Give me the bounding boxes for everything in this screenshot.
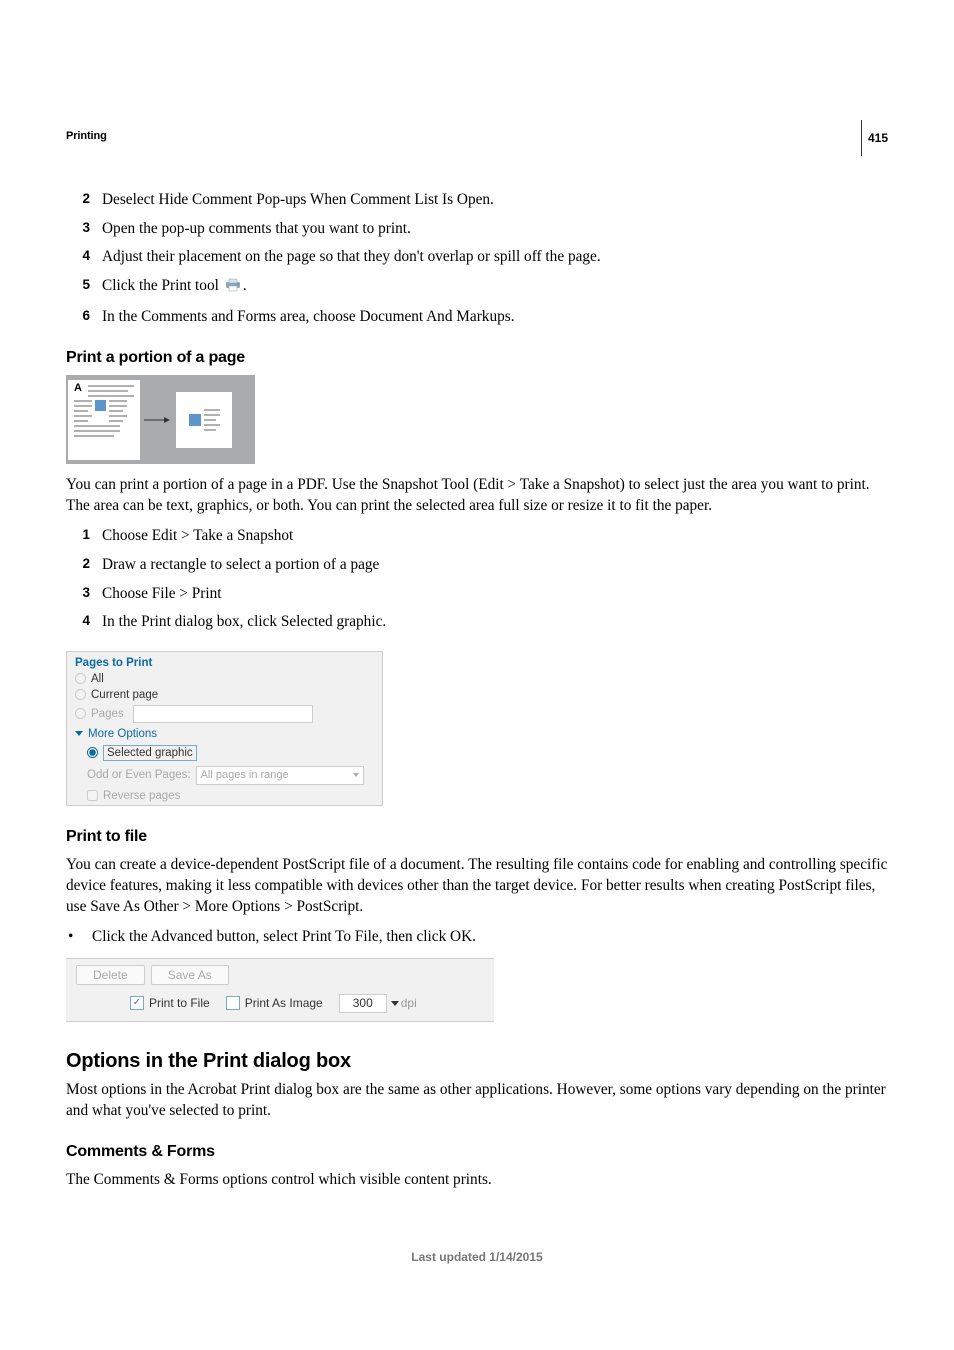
step-text: Draw a rectangle to select a portion of … bbox=[102, 555, 379, 576]
print-as-image-label: Print As Image bbox=[245, 996, 323, 1010]
step-item: 6 In the Comments and Forms area, choose… bbox=[66, 307, 888, 328]
chapter-title: Printing bbox=[66, 130, 888, 142]
arrow-icon bbox=[140, 415, 172, 425]
checkbox-print-to-file[interactable]: ✓ bbox=[130, 996, 144, 1010]
step-item: 2 Deselect Hide Comment Pop-ups When Com… bbox=[66, 190, 888, 211]
pages-input[interactable] bbox=[133, 705, 313, 723]
radio-all[interactable] bbox=[75, 673, 86, 684]
figure-snapshot-diagram: A bbox=[66, 375, 255, 464]
step-number: 2 bbox=[66, 555, 102, 573]
step-number: 5 bbox=[66, 276, 102, 294]
page-number: 415 bbox=[868, 131, 888, 145]
print-as-image-checkbox-wrap[interactable]: Print As Image bbox=[226, 996, 323, 1010]
footer-last-updated: Last updated 1/14/2015 bbox=[66, 1250, 888, 1264]
radio-selected-graphic-label: Selected graphic bbox=[103, 745, 197, 761]
body-comments-forms: The Comments & Forms options control whi… bbox=[66, 1169, 888, 1190]
radio-all-label: All bbox=[91, 673, 104, 685]
step-number: 1 bbox=[66, 526, 102, 544]
reverse-pages-label: Reverse pages bbox=[103, 790, 180, 802]
body-print-to-file: You can create a device-dependent PostSc… bbox=[66, 854, 888, 917]
heading-print-to-file: Print to file bbox=[66, 828, 888, 846]
step-text: Click the Print tool bbox=[102, 277, 223, 294]
step-text: In the Print dialog box, click Selected … bbox=[102, 612, 386, 633]
step-number: 2 bbox=[66, 190, 102, 208]
odd-even-combo[interactable]: All pages in range bbox=[196, 766, 364, 785]
radio-current-row[interactable]: Current page bbox=[67, 687, 382, 703]
figure-pages-to-print-panel: Pages to Print All Current page Pages Mo… bbox=[66, 651, 383, 806]
heading-print-portion: Print a portion of a page bbox=[66, 349, 888, 367]
step-item: 3 Open the pop-up comments that you want… bbox=[66, 219, 888, 240]
figure-left-pane: A bbox=[68, 380, 140, 460]
print-to-file-label: Print to File bbox=[149, 996, 210, 1010]
print-to-file-checkbox-wrap[interactable]: ✓ Print to File bbox=[130, 996, 210, 1010]
radio-pages-row: Pages bbox=[67, 703, 382, 725]
page-number-area: 415 bbox=[861, 120, 888, 156]
step-text: In the Comments and Forms area, choose D… bbox=[102, 307, 515, 328]
step-item: 1 Choose Edit > Take a Snapshot bbox=[66, 526, 888, 547]
step-text-tail: . bbox=[243, 277, 247, 294]
figure-label-a: A bbox=[74, 382, 82, 394]
body-print-portion: You can print a portion of a page in a P… bbox=[66, 474, 888, 516]
step-item: 3 Choose File > Print bbox=[66, 584, 888, 605]
more-options-toggle[interactable]: More Options bbox=[67, 725, 382, 743]
body-options-dialog: Most options in the Acrobat Print dialog… bbox=[66, 1079, 888, 1121]
steps-portion: 1 Choose Edit > Take a Snapshot 2 Draw a… bbox=[66, 526, 888, 633]
step-text: Open the pop-up comments that you want t… bbox=[102, 219, 411, 240]
figure-advanced-print-bar: Delete Save As ✓ Print to File Print As … bbox=[66, 958, 494, 1022]
checkbox-print-as-image[interactable] bbox=[226, 996, 240, 1010]
step-item: 2 Draw a rectangle to select a portion o… bbox=[66, 555, 888, 576]
print-icon bbox=[225, 278, 241, 299]
bullet-marker: • bbox=[66, 927, 92, 948]
panel-header: Pages to Print bbox=[67, 652, 382, 671]
odd-even-label: Odd or Even Pages: bbox=[87, 769, 191, 781]
radio-current-page[interactable] bbox=[75, 689, 86, 700]
step-text: Deselect Hide Comment Pop-ups When Comme… bbox=[102, 190, 494, 211]
step-item: 4 In the Print dialog box, click Selecte… bbox=[66, 612, 888, 633]
heading-comments-forms: Comments & Forms bbox=[66, 1143, 888, 1161]
dpi-unit-label: dpi bbox=[401, 996, 417, 1010]
figure-right-pane bbox=[176, 392, 232, 448]
radio-pages bbox=[75, 708, 86, 719]
radio-selected-graphic-row[interactable]: Selected graphic bbox=[67, 743, 382, 764]
heading-options-dialog: Options in the Print dialog box bbox=[66, 1050, 888, 1073]
chevron-down-icon bbox=[353, 773, 359, 777]
radio-pages-label: Pages bbox=[91, 708, 124, 720]
dpi-input[interactable]: 300 bbox=[339, 994, 387, 1013]
radio-all-row[interactable]: All bbox=[67, 671, 382, 687]
radio-current-label: Current page bbox=[91, 689, 158, 701]
chevron-down-icon bbox=[75, 731, 83, 736]
step-item: 4 Adjust their placement on the page so … bbox=[66, 247, 888, 268]
reverse-pages-row[interactable]: Reverse pages bbox=[67, 788, 382, 805]
checkbox-reverse-pages[interactable] bbox=[87, 790, 98, 801]
step-text: Adjust their placement on the page so th… bbox=[102, 247, 601, 268]
bullet-item: • Click the Advanced button, select Prin… bbox=[66, 927, 888, 948]
delete-button[interactable]: Delete bbox=[76, 965, 145, 985]
steps-comments: 2 Deselect Hide Comment Pop-ups When Com… bbox=[66, 190, 888, 327]
more-options-label: More Options bbox=[88, 728, 157, 740]
step-number: 3 bbox=[66, 219, 102, 237]
step-item: 5 Click the Print tool . bbox=[66, 276, 888, 299]
step-text: Choose Edit > Take a Snapshot bbox=[102, 526, 293, 547]
save-as-button[interactable]: Save As bbox=[151, 965, 229, 985]
step-text: Choose File > Print bbox=[102, 584, 222, 605]
chevron-down-icon[interactable] bbox=[391, 1001, 399, 1006]
step-number: 6 bbox=[66, 307, 102, 325]
step-number: 4 bbox=[66, 247, 102, 265]
step-number: 3 bbox=[66, 584, 102, 602]
bullet-text: Click the Advanced button, select Print … bbox=[92, 927, 476, 948]
step-number: 4 bbox=[66, 612, 102, 630]
odd-even-value: All pages in range bbox=[201, 769, 289, 781]
bullets-print-to-file: • Click the Advanced button, select Prin… bbox=[66, 927, 888, 948]
odd-even-row: Odd or Even Pages: All pages in range bbox=[67, 764, 382, 788]
radio-selected-graphic[interactable] bbox=[87, 747, 98, 758]
